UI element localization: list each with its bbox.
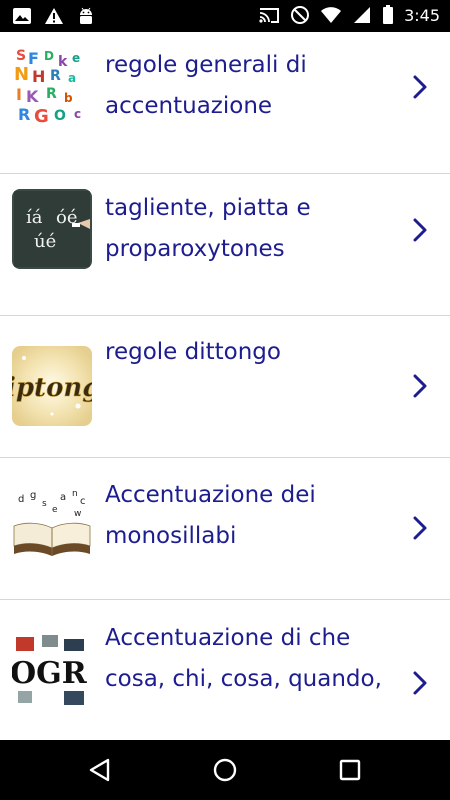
svg-text:w: w [74,509,81,519]
svg-text:úé: úé [34,231,56,252]
svg-text:I: I [16,85,22,104]
svg-text:O: O [54,108,66,124]
svg-text:b: b [64,91,73,105]
navigation-bar [0,740,450,800]
status-bar: 3:45 [0,0,450,32]
topic-list[interactable]: S F D k e N H R a I K R b R G O c regole… [0,32,450,740]
svg-text:S: S [16,48,26,64]
svg-text:d: d [18,494,24,505]
svg-text:n: n [72,489,78,499]
android-icon [80,7,92,24]
svg-text:R: R [50,68,61,84]
svg-text:e: e [52,505,58,515]
list-item[interactable]: íá óé úé tagliente, piatta e proparoxyto… [0,174,450,316]
svg-text:R: R [46,86,57,102]
svg-text:iptong: iptong [12,373,92,403]
chevron-right-icon [413,516,427,540]
svg-text:c: c [80,496,86,507]
svg-text:g: g [30,490,36,501]
chevron-right-icon [413,218,427,242]
letters-thumbnail: S F D k e N H R a I K R b R G O c [12,46,92,126]
list-item-label: Accentuazione dei monosillabi [105,482,316,549]
svg-text:a: a [68,71,76,85]
svg-text:H: H [32,67,45,86]
chevron-right-icon [413,671,427,695]
chevron-right-icon [413,374,427,398]
list-item-label: regole generali di accentuazione [105,52,307,119]
svg-text:N: N [14,64,29,85]
wifi-icon [321,7,342,23]
dittongo-thumbnail: iptong [12,346,92,426]
list-item-label: tagliente, piatta e proparoxytones [105,195,311,262]
svg-text:s: s [42,499,47,509]
svg-text:G: G [34,106,49,126]
svg-text:K: K [26,87,39,106]
svg-text:R: R [18,105,30,124]
list-item-label: regole dittongo [105,339,281,365]
svg-text:c: c [74,107,81,121]
clock: 3:45 [404,5,440,25]
svg-text:F: F [28,49,39,68]
svg-text:OGR: OGR [12,656,88,691]
recents-icon[interactable] [334,754,366,786]
status-system: 3:45 [258,5,440,25]
svg-text:íá: íá [26,207,43,228]
chalkboard-thumbnail: íá óé úé [12,189,92,269]
list-item[interactable]: iptong regole dittongo [0,316,450,458]
do-not-disturb-icon [291,6,310,24]
svg-text:a: a [60,492,66,503]
collage-thumbnail: OGR [12,631,92,711]
list-item[interactable]: S F D k e N H R a I K R b R G O c regole… [0,32,450,174]
list-item[interactable]: OGR Accentuazione di che cosa, chi, cosa… [0,600,450,740]
list-item-label: Accentuazione di che cosa, chi, cosa, qu… [105,625,382,692]
back-icon[interactable] [84,754,116,786]
book-thumbnail: d g s a n c e w [12,488,92,568]
chevron-right-icon [413,75,427,99]
battery-icon [383,5,394,24]
list-item[interactable]: d g s a n c e w Accentuazione dei monosi… [0,458,450,600]
image-icon [13,8,31,24]
cast-icon [259,8,280,23]
warning-icon [45,8,63,24]
status-notifications [12,6,96,26]
svg-text:e: e [72,51,80,65]
home-icon[interactable] [209,754,241,786]
signal-icon [354,7,371,23]
svg-text:D: D [44,49,54,63]
